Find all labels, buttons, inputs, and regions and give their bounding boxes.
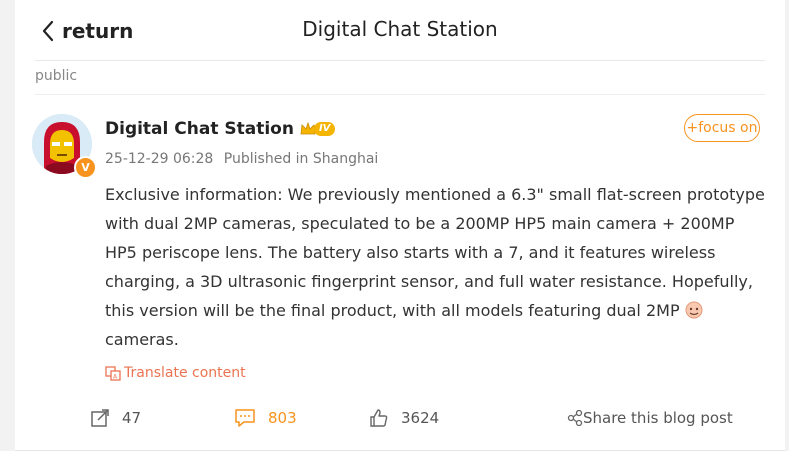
post-text: Exclusive information: We previously men… — [105, 185, 765, 320]
repost-button[interactable]: 47 — [90, 404, 141, 432]
follow-button[interactable]: +focus on — [684, 114, 760, 142]
post-text-tail: cameras. — [105, 330, 179, 349]
comment-icon — [235, 409, 255, 427]
page-title: Digital Chat Station — [302, 17, 498, 41]
post-card: return Digital Chat Station public V Dig… — [15, 0, 785, 451]
translate-icon: A — [105, 366, 121, 381]
translate-label: Translate content — [124, 365, 246, 381]
repost-icon — [91, 409, 109, 427]
comment-button[interactable]: 803 — [234, 404, 297, 432]
section-divider — [35, 94, 765, 95]
thumbs-up-icon — [370, 409, 388, 427]
action-bar: 47 803 3624 Share this blog post — [90, 404, 770, 434]
author-row: Digital Chat Station IV — [105, 119, 336, 139]
header-divider — [35, 60, 765, 61]
level-badge: IV — [300, 122, 336, 136]
emoji-icon — [685, 301, 703, 319]
visibility-label: public — [35, 68, 78, 84]
share-label: Share this blog post — [583, 409, 733, 427]
level-text: IV — [313, 122, 336, 136]
post-body: Exclusive information: We previously men… — [105, 180, 765, 354]
author-name[interactable]: Digital Chat Station — [105, 119, 294, 139]
share-button[interactable]: Share this blog post — [567, 404, 733, 432]
translate-link[interactable]: A Translate content — [105, 365, 246, 381]
like-button[interactable]: 3624 — [369, 404, 439, 432]
like-count: 3624 — [401, 409, 440, 427]
verified-badge: V — [74, 156, 97, 179]
share-icon — [567, 410, 583, 426]
post-meta: 25-12-29 06:28 Published in Shanghai — [105, 151, 378, 167]
repost-count: 47 — [122, 409, 142, 427]
comment-count: 803 — [268, 409, 297, 427]
post-timestamp[interactable]: 25-12-29 06:28 — [105, 151, 213, 167]
post-location: Published in Shanghai — [223, 151, 379, 167]
